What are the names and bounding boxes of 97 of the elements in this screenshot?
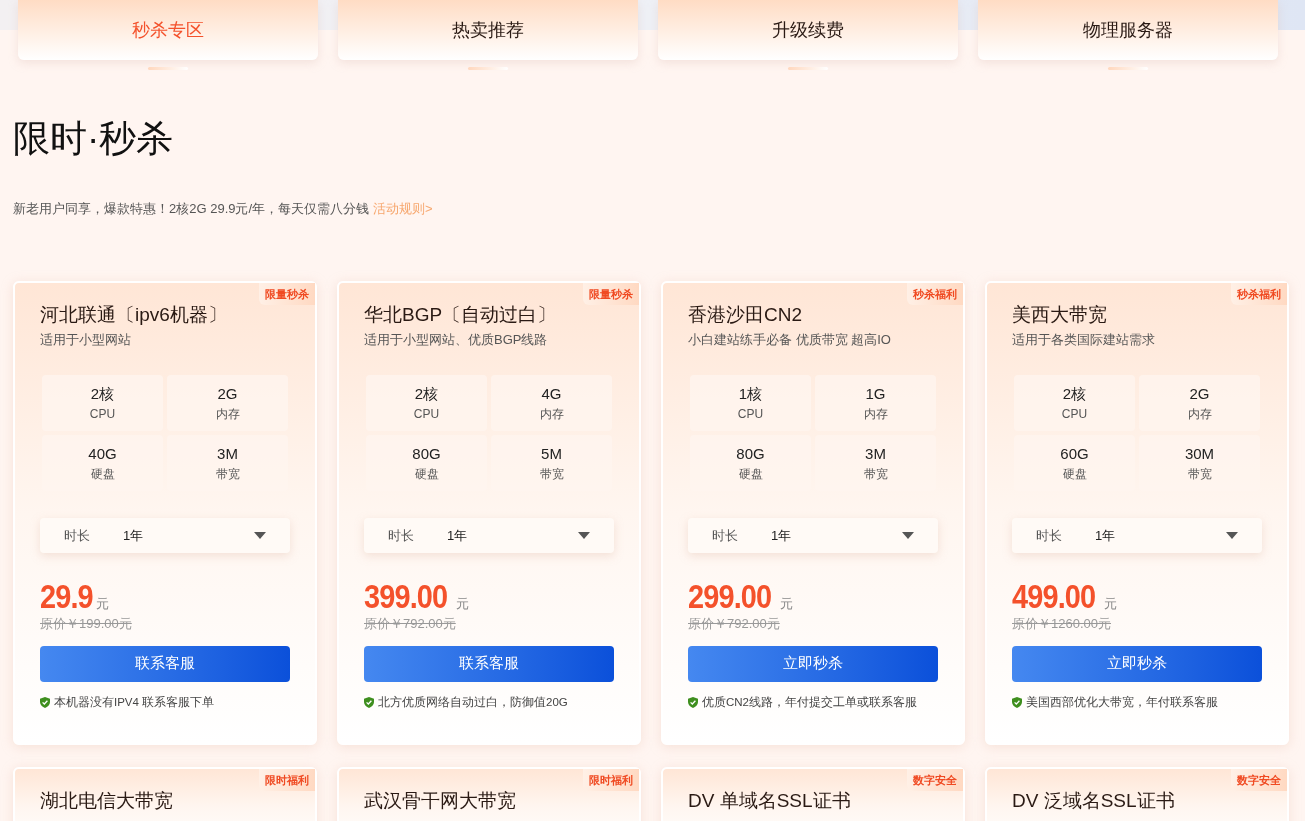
duration-label: 时长 <box>712 526 739 545</box>
spec-label: 硬盘 <box>90 466 115 482</box>
promo-badge: 限时福利 <box>259 768 315 791</box>
duration-label: 时长 <box>64 526 91 545</box>
shield-check-icon <box>364 696 374 708</box>
promo-badge: 限量秒杀 <box>583 282 639 305</box>
spec-label: 带宽 <box>215 466 240 482</box>
product-note: 北方优质网络自动过白，防御值20G <box>378 694 568 710</box>
category-tab[interactable]: 物理服务器 <box>978 0 1278 60</box>
price-unit: 元 <box>1104 594 1117 613</box>
spec-label: 带宽 <box>539 466 564 482</box>
product-name: 武汉骨干网大带宽 <box>364 788 517 813</box>
product-note: 美国西部优化大带宽，年付联系客服 <box>1026 694 1218 710</box>
sale-price: 29.9 <box>40 578 93 614</box>
section-title: 限时·秒杀 <box>13 117 175 161</box>
buy-button[interactable]: 立即秒杀 <box>688 645 938 682</box>
price-unit: 元 <box>96 594 110 613</box>
shield-check-icon <box>688 696 698 708</box>
product-name: 华北BGP〔自动过白〕 <box>364 302 558 327</box>
spec-value: 40G <box>88 444 117 464</box>
category-tab[interactable]: 热卖推荐 <box>338 0 638 60</box>
buy-button[interactable]: 联系客服 <box>40 645 290 682</box>
sale-price: 399.00 <box>364 578 448 614</box>
product-subtitle: 小白建站练手必备 优质带宽 超高IO <box>688 330 892 349</box>
spec-label: 内存 <box>215 406 240 422</box>
original-price: 原价￥792.00元 <box>363 615 457 633</box>
spec-value: 1G <box>865 384 886 404</box>
shield-check-icon <box>1012 696 1022 708</box>
spec-value: 80G <box>736 444 765 464</box>
spec-value: 2G <box>217 384 238 404</box>
spec-label: 内存 <box>863 406 888 422</box>
promo-badge: 限量秒杀 <box>259 282 315 305</box>
spec-label: 带宽 <box>1187 466 1212 482</box>
duration-value: 1年 <box>1095 526 1117 545</box>
spec-value: 80G <box>412 444 441 464</box>
caret-down-icon <box>254 532 266 539</box>
duration-value: 1年 <box>771 526 793 545</box>
spec-label: 硬盘 <box>738 466 763 482</box>
price-unit: 元 <box>780 594 793 613</box>
promo-badge: 秒杀福利 <box>907 282 963 305</box>
product-name: 河北联通〔ipv6机器〕 <box>40 302 228 327</box>
buy-button[interactable]: 联系客服 <box>364 645 614 682</box>
buy-button[interactable]: 立即秒杀 <box>1012 645 1262 682</box>
sale-price: 499.00 <box>1012 578 1096 614</box>
duration-select[interactable]: 时长 1年 <box>688 518 938 553</box>
caret-down-icon <box>578 532 590 539</box>
spec-label: 内存 <box>539 406 564 422</box>
category-tab[interactable]: 升级续费 <box>658 0 958 60</box>
sale-price: 299.00 <box>688 578 772 614</box>
spec-value: 2核 <box>1062 384 1087 404</box>
product-name: 美西大带宽 <box>1012 302 1108 327</box>
spec-value: 4G <box>541 384 562 404</box>
product-subtitle: 适用于小型网站、优质BGP线路 <box>364 330 549 349</box>
price-unit: 元 <box>456 594 469 613</box>
duration-label: 时长 <box>1036 526 1063 545</box>
promo-badge: 秒杀福利 <box>1231 282 1287 305</box>
product-name: DV 单域名SSL证书 <box>688 788 852 813</box>
spec-label: CPU <box>89 406 116 422</box>
caret-down-icon <box>902 532 914 539</box>
original-price: 原价￥1260.00元 <box>1011 615 1112 633</box>
duration-label: 时长 <box>388 526 415 545</box>
original-price: 原价￥199.00元 <box>39 615 133 633</box>
spec-value: 5M <box>541 444 562 464</box>
caret-down-icon <box>1226 532 1238 539</box>
spec-value: 3M <box>865 444 886 464</box>
spec-label: CPU <box>1061 406 1088 422</box>
promo-badge: 数字安全 <box>1231 768 1287 791</box>
spec-value: 1核 <box>738 384 763 404</box>
original-price: 原价￥792.00元 <box>687 615 781 633</box>
duration-select[interactable]: 时长 1年 <box>40 518 290 553</box>
product-note: 本机器没有IPV4 联系客服下单 <box>54 694 215 710</box>
product-name: 香港沙田CN2 <box>688 302 803 327</box>
spec-label: 硬盘 <box>1062 466 1087 482</box>
spec-value: 3M <box>217 444 238 464</box>
product-subtitle: 适用于各类国际建站需求 <box>1012 330 1156 349</box>
promo-text: 新老用户同享，爆款特惠！2核2G 29.9元/年，每天仅需八分钱 <box>13 200 370 218</box>
spec-label: CPU <box>737 406 764 422</box>
promo-badge: 数字安全 <box>907 768 963 791</box>
spec-value: 2核 <box>414 384 439 404</box>
product-name: 湖北电信大带宽 <box>40 788 174 813</box>
spec-value: 2核 <box>90 384 115 404</box>
promo-badge: 限时福利 <box>583 768 639 791</box>
spec-label: 带宽 <box>863 466 888 482</box>
spec-value: 2G <box>1189 384 1210 404</box>
spec-label: 内存 <box>1187 406 1212 422</box>
spec-label: 硬盘 <box>414 466 439 482</box>
duration-select[interactable]: 时长 1年 <box>364 518 614 553</box>
spec-label: CPU <box>413 406 440 422</box>
spec-value: 30M <box>1184 444 1215 464</box>
duration-value: 1年 <box>447 526 469 545</box>
shield-check-icon <box>40 696 50 708</box>
product-subtitle: 适用于小型网站 <box>40 330 132 349</box>
duration-value: 1年 <box>123 526 145 545</box>
spec-value: 60G <box>1060 444 1089 464</box>
product-note: 优质CN2线路，年付提交工单或联系客服 <box>702 694 917 710</box>
product-name: DV 泛域名SSL证书 <box>1012 788 1176 813</box>
duration-select[interactable]: 时长 1年 <box>1012 518 1262 553</box>
